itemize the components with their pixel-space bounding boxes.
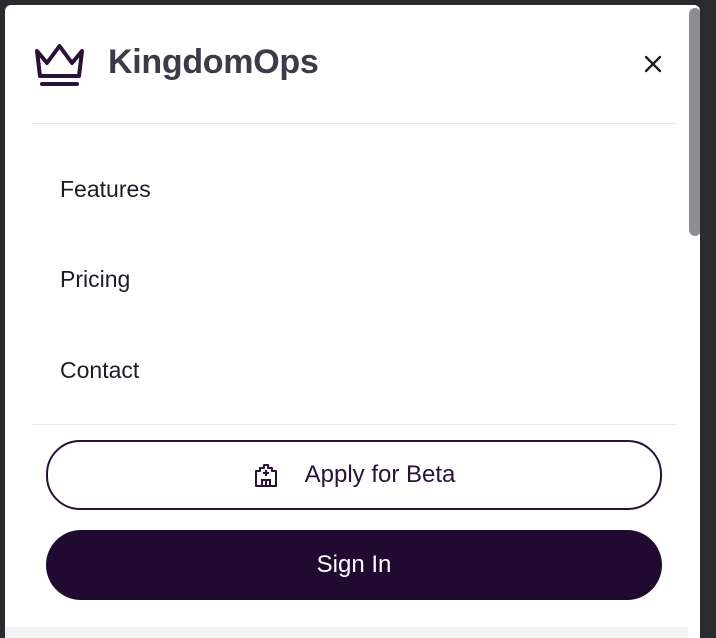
sign-in-label: Sign In	[316, 551, 392, 578]
nav-list: Features Pricing Contact	[32, 124, 676, 425]
crown-icon	[35, 44, 84, 86]
scrollbar-thumb[interactable]	[689, 8, 700, 236]
mobile-menu-panel: KingdomOps Features Pricing Contact Appl…	[5, 5, 700, 638]
nav-item-contact[interactable]: Contact	[60, 357, 139, 384]
apply-beta-label: Apply for Beta	[304, 461, 456, 488]
castle-icon	[254, 464, 277, 487]
brand-name[interactable]: KingdomOps	[108, 43, 319, 82]
close-button[interactable]	[638, 49, 668, 79]
apply-beta-button[interactable]: Apply for Beta	[46, 440, 662, 510]
panel-footer	[5, 627, 700, 638]
nav-item-features[interactable]: Features	[60, 176, 151, 203]
sign-in-button[interactable]: Sign In	[46, 530, 662, 600]
nav-item-pricing[interactable]: Pricing	[60, 266, 130, 293]
close-icon	[644, 55, 662, 73]
menu-header: KingdomOps	[32, 5, 676, 124]
